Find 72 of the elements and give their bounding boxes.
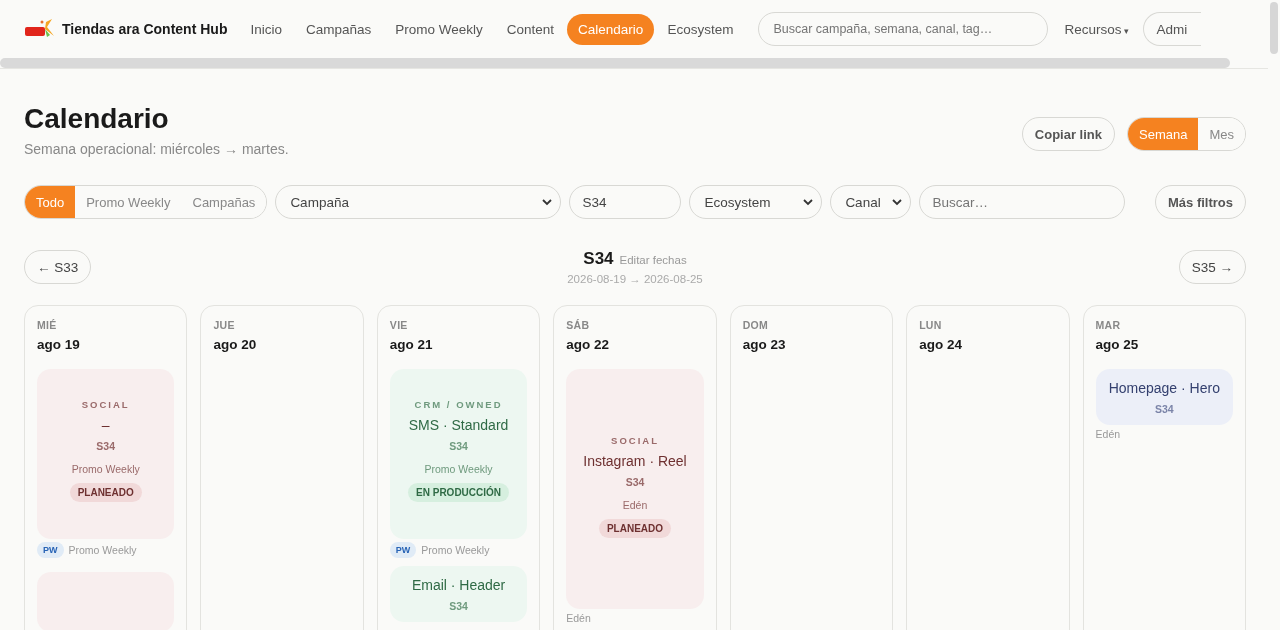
nav-tab[interactable]: Ecosystem [656, 13, 745, 45]
page-title: Calendario [24, 103, 170, 135]
weekday-label: DOM [742, 319, 770, 331]
source-label: Promo Weekly [424, 463, 493, 475]
admin-button[interactable]: Admi [1143, 12, 1202, 46]
content-card[interactable]: Homepage · Hero S34 [1095, 369, 1233, 425]
card-title: Email · Header [411, 577, 506, 593]
content-card[interactable]: CRM / OWNED SMS · Standard S34 Promo Weekly EN PRODUCCIÓN [389, 369, 528, 539]
card-footer: Edén [566, 612, 591, 624]
search-field[interactable]: Buscar campaña, semana, canal, tag… [758, 12, 1049, 46]
date-label: ago 24 [919, 337, 963, 352]
content-card[interactable]: SOCIAL Instagram · Reel S34 Edén PLANEADO [566, 369, 704, 609]
ecosystem-select[interactable]: Ecosystem [689, 185, 823, 219]
channel-label: SOCIAL [611, 435, 659, 446]
date-range: 2026-08-19 → 2026-08-25 [567, 273, 703, 285]
nav-tab[interactable]: Content [495, 13, 566, 45]
week-label: S34 [1154, 403, 1174, 415]
nav-tab[interactable]: Promo Weekly [384, 13, 494, 45]
tag-badge: PW [37, 542, 64, 558]
chevron-down-icon [542, 198, 553, 206]
weekday-label: JUE [213, 319, 236, 331]
week-label: S34 [625, 476, 645, 488]
card-footer: Promo Weekly [68, 544, 137, 556]
previous-week-button[interactable]: ← S33 [24, 250, 92, 284]
weekday-label: MIÉ [37, 319, 58, 331]
next-week-button[interactable]: S35 → [1178, 250, 1246, 284]
nav-tab[interactable]: Campañas [294, 13, 383, 45]
source-label: Edén [622, 499, 648, 511]
weekday-label: MAR [1095, 319, 1122, 331]
vertical-scrollbar[interactable] [1270, 2, 1278, 54]
weekday-label: VIE [389, 319, 409, 331]
app-title: Tiendas ara Content Hub [62, 21, 228, 37]
card-footer: Edén [1095, 428, 1121, 440]
week-title: S34 [583, 249, 614, 269]
page-subtitle: Semana operacional: miércoles → martes. [24, 141, 289, 157]
card-title: – [101, 417, 110, 433]
status-badge: EN PRODUCCIÓN [408, 483, 510, 502]
date-label: ago 25 [1095, 337, 1140, 352]
weekday-label: SÁB [566, 319, 591, 331]
date-label: ago 19 [37, 337, 81, 352]
chevron-down-icon [892, 198, 903, 206]
nav-tab[interactable]: Inicio [239, 13, 293, 45]
date-label: ago 23 [742, 337, 787, 352]
channel-label: CRM / OWNED [414, 399, 503, 410]
channel-select[interactable]: Canal [830, 185, 912, 219]
tag-badge: PW [389, 542, 417, 558]
source-label: Promo Weekly [71, 463, 140, 475]
date-label: ago 22 [566, 337, 611, 352]
week-label: S34 [449, 600, 468, 612]
date-label: ago 20 [213, 337, 258, 352]
week-label: S34 [96, 440, 116, 452]
date-label: ago 21 [389, 337, 434, 352]
card-footer: Promo Weekly [421, 544, 490, 556]
status-badge: PLANEADO [69, 483, 142, 502]
content-card[interactable]: SOCIAL – S34 Promo Weekly PLANEADO [37, 369, 175, 539]
weekday-label: LUN [919, 319, 943, 331]
campaign-select[interactable]: Campaña [275, 185, 562, 219]
resources-menu[interactable]: Recursos ▾ [1058, 13, 1136, 45]
search-field[interactable]: Buscar… [919, 185, 1126, 219]
copy-link-button[interactable]: Copiar link [1021, 117, 1115, 151]
status-badge: PLANEADO [598, 519, 672, 538]
content-card[interactable]: Email · Header S34 [389, 566, 528, 622]
ara-logo[interactable] [24, 18, 56, 40]
card-title: Homepage · Hero [1108, 380, 1220, 396]
channel-label: SOCIAL [81, 399, 130, 410]
week-field[interactable]: S34 [569, 185, 682, 219]
card-title: SMS · Standard [408, 417, 509, 433]
card-title: Instagram · Reel [583, 453, 687, 469]
horizontal-scrollbar[interactable] [0, 58, 1230, 68]
more-filters-button[interactable]: Más filtros [1155, 185, 1246, 219]
chevron-down-icon [803, 198, 814, 206]
week-label: S34 [449, 440, 468, 452]
